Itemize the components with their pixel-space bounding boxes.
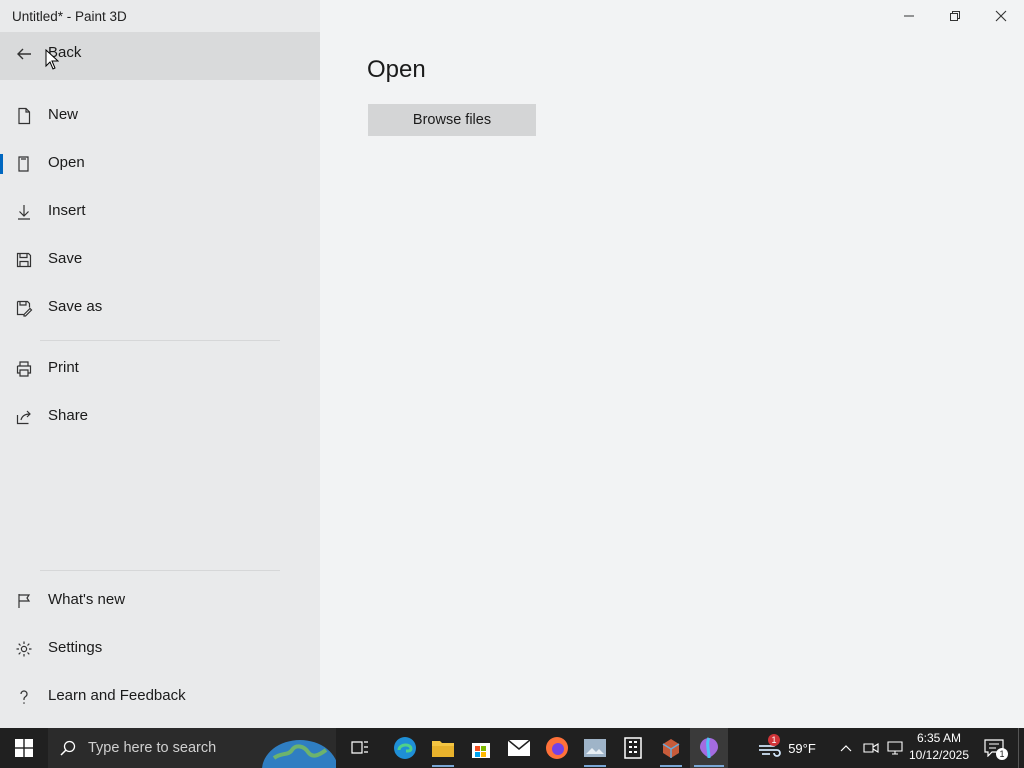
open-folder-icon: [14, 154, 34, 174]
network-button[interactable]: [884, 728, 906, 768]
task-view-icon: [351, 741, 368, 754]
weather-widget[interactable]: 1: [752, 728, 786, 768]
flag-icon: [14, 591, 34, 611]
sidebar-item-print[interactable]: Print: [0, 347, 320, 391]
sidebar: Untitled* - Paint 3D Back New Open Inser…: [0, 0, 320, 728]
sidebar-item-label: Settings: [48, 639, 103, 656]
sidebar-item-label: Save: [48, 250, 83, 267]
search-highlight-globe-icon: [262, 740, 336, 768]
sidebar-item-whats-new[interactable]: What's new: [0, 579, 320, 623]
sidebar-item-label: What's new: [48, 591, 126, 608]
sidebar-item-open[interactable]: Open: [0, 142, 320, 186]
sidebar-item-share[interactable]: Share: [0, 395, 320, 439]
gear-icon: [14, 639, 34, 659]
show-hidden-icons-button[interactable]: [836, 728, 856, 768]
chevron-up-icon: [840, 745, 852, 752]
insert-arrow-icon: [14, 202, 34, 222]
back-arrow-icon: [14, 44, 34, 64]
sidebar-item-label: Print: [48, 359, 79, 376]
taskbar-firefox[interactable]: [538, 728, 576, 768]
minimize-button[interactable]: [886, 0, 932, 32]
close-icon: [995, 10, 1007, 22]
page-title: Open: [367, 56, 426, 83]
task-view-button[interactable]: [340, 728, 380, 768]
edge-browser-icon: [394, 737, 416, 759]
taskbar: Type here to search 1 59°F 6:35 AM 10/12…: [0, 728, 1024, 768]
meet-now-button[interactable]: [860, 728, 882, 768]
sidebar-item-label: Save as: [48, 298, 103, 315]
sidebar-item-label: Insert: [48, 202, 86, 219]
divider: [40, 340, 280, 341]
sidebar-item-label: New: [48, 106, 79, 123]
question-icon: [14, 687, 34, 707]
show-desktop-button[interactable]: [1018, 728, 1019, 768]
taskbar-edge[interactable]: [386, 728, 424, 768]
sidebar-item-save-as[interactable]: Save as: [0, 286, 320, 330]
mail-icon: [507, 739, 531, 756]
sidebar-item-settings[interactable]: Settings: [0, 627, 320, 671]
browse-files-button[interactable]: Browse files: [368, 104, 536, 136]
sidebar-item-save[interactable]: Save: [0, 238, 320, 282]
taskbar-store[interactable]: [462, 728, 500, 768]
sidebar-item-learn-feedback[interactable]: Learn and Feedback: [0, 675, 320, 719]
taskbar-calculator[interactable]: [614, 728, 652, 768]
restore-icon: [950, 11, 960, 21]
file-explorer-icon: [432, 741, 454, 757]
mouse-cursor-icon: [45, 49, 59, 70]
photos-icon: [584, 739, 606, 757]
network-icon: [887, 741, 903, 755]
taskbar-search-box[interactable]: Type here to search: [48, 728, 336, 768]
save-disk-icon: [14, 250, 34, 270]
sidebar-item-label: Learn and Feedback: [48, 687, 186, 704]
taskbar-paint-3d[interactable]: [690, 728, 728, 768]
microsoft-store-icon: [472, 743, 490, 758]
firefox-icon: [546, 737, 568, 759]
save-as-icon: [14, 298, 34, 318]
taskbar-file-explorer[interactable]: [424, 728, 462, 768]
taskbar-photos[interactable]: [576, 728, 614, 768]
building-app-icon: [624, 737, 642, 759]
taskbar-mail[interactable]: [500, 728, 538, 768]
selection-indicator: [0, 154, 3, 174]
close-button[interactable]: [978, 0, 1024, 32]
sidebar-item-insert[interactable]: Insert: [0, 190, 320, 234]
search-icon: [60, 740, 76, 756]
minimize-icon: [904, 15, 914, 17]
sidebar-item-label: Share: [48, 407, 89, 424]
restore-button[interactable]: [932, 0, 978, 32]
clock[interactable]: 6:35 AM 10/12/2025: [906, 731, 972, 762]
new-file-icon: [14, 106, 34, 126]
sidebar-item-new[interactable]: New: [0, 94, 320, 138]
window-title: Untitled* - Paint 3D: [12, 9, 127, 24]
clock-date: 10/12/2025: [908, 748, 970, 762]
share-icon: [14, 407, 34, 427]
sidebar-item-label: Open: [48, 154, 85, 171]
clock-time: 6:35 AM: [916, 731, 962, 745]
search-placeholder: Type here to search: [88, 740, 217, 756]
divider: [40, 570, 280, 571]
windows-logo-icon: [15, 739, 33, 757]
3d-viewer-icon: [662, 739, 680, 758]
action-center-button[interactable]: 1: [978, 728, 1010, 768]
notification-count-badge: 1: [996, 748, 1008, 760]
taskbar-3d-viewer[interactable]: [652, 728, 690, 768]
camera-icon: [863, 743, 879, 753]
weather-temperature: 59°F: [788, 740, 816, 756]
weather-alert-badge: 1: [768, 734, 780, 746]
paint-3d-icon: [700, 737, 718, 759]
start-button[interactable]: [0, 728, 48, 768]
printer-icon: [14, 359, 34, 379]
